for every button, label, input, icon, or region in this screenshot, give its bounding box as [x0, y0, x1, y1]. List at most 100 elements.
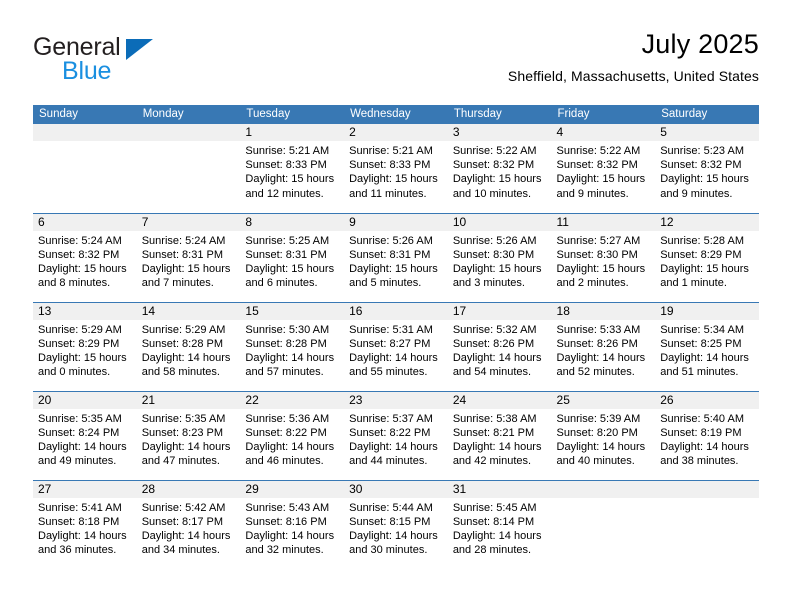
day-details: Sunrise: 5:21 AM Sunset: 8:33 PM Daylight:…	[344, 141, 448, 201]
calendar-day-cell[interactable]: 4 Sunrise: 5:22 AM Sunset: 8:32 PM Daylight…	[551, 124, 656, 213]
calendar-day-cell[interactable]: 13 Sunrise: 5:29 AM Sunset: 8:29 PM Dayligh…	[33, 301, 137, 391]
day-number: 29	[240, 480, 345, 498]
day-cell-inner: 29 Sunrise: 5:43 AM Sunset: 8:16 PM Dayligh…	[240, 480, 345, 570]
day-number: 17	[447, 302, 552, 320]
day-details: Sunrise: 5:32 AM Sunset: 8:26 PM Daylight:…	[448, 320, 552, 380]
sunrise-text: Sunrise: 5:27 AM	[556, 234, 641, 247]
daylight-text-line1: Daylight: 14 hours	[141, 351, 231, 364]
calendar-page: General Blue July 2025 Sheffield, Massac…	[0, 0, 792, 612]
sunset-text: Sunset: 8:19 PM	[660, 426, 742, 439]
sunrise-text: Sunrise: 5:37 AM	[349, 412, 433, 425]
calendar-day-cell[interactable]: 3 Sunrise: 5:22 AM Sunset: 8:32 PM Daylight…	[447, 124, 552, 213]
calendar-day-cell[interactable]: 12 Sunrise: 5:28 AM Sunset: 8:29 PM Dayligh…	[655, 212, 759, 302]
day-number: 18	[551, 302, 656, 320]
day-cell-inner: 8 Sunrise: 5:25 AM Sunset: 8:31 PM Daylight…	[240, 213, 345, 302]
sunset-text: Sunset: 8:31 PM	[141, 248, 224, 261]
calendar-day-cell-empty	[655, 479, 759, 569]
day-number	[655, 480, 759, 498]
daylight-text-line2: and 6 minutes.	[245, 277, 318, 290]
sunrise-text: Sunrise: 5:38 AM	[452, 412, 537, 425]
daylight-text-line2: and 42 minutes.	[452, 455, 532, 468]
sunrise-text: Sunrise: 5:45 AM	[452, 501, 537, 514]
calendar-day-cell[interactable]: 23 Sunrise: 5:37 AM Sunset: 8:22 PM Dayligh…	[344, 390, 448, 480]
calendar-day-cell[interactable]: 17 Sunrise: 5:32 AM Sunset: 8:26 PM Dayligh…	[447, 301, 552, 391]
calendar-day-cell[interactable]: 31 Sunrise: 5:45 AM Sunset: 8:14 PM Dayligh…	[447, 479, 552, 569]
daylight-text-line1: Daylight: 14 hours	[556, 351, 646, 364]
day-cell-inner: 23 Sunrise: 5:37 AM Sunset: 8:22 PM Dayligh…	[344, 391, 448, 480]
calendar-day-cell[interactable]: 14 Sunrise: 5:29 AM Sunset: 8:28 PM Dayligh…	[136, 301, 241, 391]
sunrise-text: Sunrise: 5:22 AM	[556, 145, 641, 157]
day-number: 30	[344, 480, 448, 498]
calendar-day-cell[interactable]: 7 Sunrise: 5:24 AM Sunset: 8:31 PM Daylight…	[136, 212, 241, 302]
calendar-day-cell[interactable]: 27 Sunrise: 5:41 AM Sunset: 8:18 PM Dayligh…	[33, 479, 137, 570]
calendar-day-cell[interactable]: 26 Sunrise: 5:40 AM Sunset: 8:19 PM Dayligh…	[655, 390, 759, 480]
title-block: July 2025 Sheffield, Massachusetts, Unit…	[508, 28, 759, 85]
sunset-text: Sunset: 8:31 PM	[349, 248, 431, 261]
day-details: Sunrise: 5:29 AM Sunset: 8:29 PM Daylight:…	[33, 320, 137, 380]
day-number: 27	[33, 480, 137, 498]
sunset-text: Sunset: 8:32 PM	[556, 159, 638, 172]
calendar-day-cell[interactable]: 11 Sunrise: 5:27 AM Sunset: 8:30 PM Dayligh…	[551, 212, 656, 302]
sunrise-text: Sunrise: 5:29 AM	[38, 323, 122, 336]
sunrise-text: Sunrise: 5:22 AM	[452, 145, 537, 157]
day-number: 13	[33, 302, 137, 320]
day-details: Sunrise: 5:33 AM Sunset: 8:26 PM Daylight:…	[552, 320, 656, 380]
calendar-day-cell[interactable]: 6 Sunrise: 5:24 AM Sunset: 8:32 PM Daylight…	[33, 212, 137, 302]
daylight-text-line1: Daylight: 14 hours	[452, 440, 542, 453]
sunrise-text: Sunrise: 5:21 AM	[349, 145, 433, 157]
daylight-text-line2: and 5 minutes.	[349, 277, 422, 290]
page-subtitle: Sheffield, Massachusetts, United States	[507, 68, 759, 84]
calendar-day-cell[interactable]: 24 Sunrise: 5:38 AM Sunset: 8:21 PM Dayligh…	[447, 390, 552, 480]
sunset-text: Sunset: 8:33 PM	[349, 159, 431, 172]
calendar-day-cell[interactable]: 1 Sunrise: 5:21 AM Sunset: 8:33 PM Daylight…	[240, 124, 345, 213]
day-cell-inner: 27 Sunrise: 5:41 AM Sunset: 8:18 PM Dayligh…	[33, 480, 137, 570]
calendar-day-cell[interactable]: 10 Sunrise: 5:26 AM Sunset: 8:30 PM Dayligh…	[447, 212, 552, 302]
calendar-body: 1 Sunrise: 5:21 AM Sunset: 8:33 PM Daylight…	[33, 124, 759, 569]
daylight-text-line2: and 51 minutes.	[660, 366, 739, 379]
day-cell-inner: 19 Sunrise: 5:34 AM Sunset: 8:25 PM Dayligh…	[655, 302, 759, 391]
calendar-day-cell[interactable]: 16 Sunrise: 5:31 AM Sunset: 8:27 PM Dayligh…	[344, 301, 448, 391]
daylight-text-line1: Daylight: 15 hours	[349, 262, 438, 275]
calendar-day-cell[interactable]: 18 Sunrise: 5:33 AM Sunset: 8:26 PM Dayligh…	[551, 301, 656, 391]
day-cell-inner: 14 Sunrise: 5:29 AM Sunset: 8:28 PM Dayligh…	[136, 302, 241, 391]
sunset-text: Sunset: 8:22 PM	[245, 426, 327, 439]
daylight-text-line1: Daylight: 14 hours	[660, 440, 749, 453]
calendar-day-cell[interactable]: 28 Sunrise: 5:42 AM Sunset: 8:17 PM Dayligh…	[136, 479, 241, 569]
day-number: 15	[240, 302, 345, 320]
calendar-week-row: 13 Sunrise: 5:29 AM Sunset: 8:29 PM Dayligh…	[33, 301, 759, 391]
calendar-day-cell[interactable]: 25 Sunrise: 5:39 AM Sunset: 8:20 PM Dayligh…	[551, 390, 656, 480]
day-cell-inner: 5 Sunrise: 5:23 AM Sunset: 8:32 PM Daylight…	[655, 124, 759, 213]
calendar-day-cell[interactable]: 22 Sunrise: 5:36 AM Sunset: 8:22 PM Dayligh…	[240, 390, 345, 480]
daylight-text-line1: Daylight: 14 hours	[452, 529, 542, 542]
day-number: 1	[240, 124, 345, 141]
sunset-text: Sunset: 8:32 PM	[38, 248, 120, 261]
calendar-day-cell[interactable]: 30 Sunrise: 5:44 AM Sunset: 8:15 PM Dayligh…	[344, 479, 448, 569]
sunset-text: Sunset: 8:28 PM	[245, 337, 327, 350]
daylight-text-line2: and 8 minutes.	[38, 277, 111, 290]
calendar-day-cell[interactable]: 5 Sunrise: 5:23 AM Sunset: 8:32 PM Daylight…	[655, 124, 759, 213]
daylight-text-line2: and 34 minutes.	[141, 544, 220, 557]
calendar-day-cell[interactable]: 9 Sunrise: 5:26 AM Sunset: 8:31 PM Daylight…	[344, 212, 448, 302]
sunrise-text: Sunrise: 5:24 AM	[141, 234, 226, 247]
sunrise-text: Sunrise: 5:40 AM	[660, 412, 744, 425]
daylight-text-line1: Daylight: 14 hours	[38, 440, 127, 453]
day-number	[33, 124, 137, 141]
calendar-day-cell[interactable]: 2 Sunrise: 5:21 AM Sunset: 8:33 PM Daylight…	[344, 124, 448, 213]
daylight-text-line2: and 2 minutes.	[556, 277, 629, 290]
daylight-text-line1: Daylight: 14 hours	[141, 529, 231, 542]
daylight-text-line2: and 54 minutes.	[452, 366, 532, 379]
day-details: Sunrise: 5:36 AM Sunset: 8:22 PM Daylight:…	[240, 409, 344, 469]
day-number: 11	[551, 213, 656, 231]
calendar-day-cell[interactable]: 29 Sunrise: 5:43 AM Sunset: 8:16 PM Dayligh…	[240, 479, 345, 570]
calendar-day-cell[interactable]: 15 Sunrise: 5:30 AM Sunset: 8:28 PM Dayligh…	[240, 301, 345, 391]
day-number: 12	[655, 213, 759, 231]
sunset-text: Sunset: 8:32 PM	[452, 159, 535, 172]
calendar-week-row: 1 Sunrise: 5:21 AM Sunset: 8:33 PM Daylight…	[33, 124, 759, 213]
calendar-day-cell[interactable]: 19 Sunrise: 5:34 AM Sunset: 8:25 PM Dayligh…	[655, 301, 759, 391]
day-details: Sunrise: 5:22 AM Sunset: 8:32 PM Daylight:…	[448, 141, 552, 201]
calendar-day-cell[interactable]: 21 Sunrise: 5:35 AM Sunset: 8:23 PM Dayligh…	[136, 390, 241, 480]
calendar-day-cell[interactable]: 8 Sunrise: 5:25 AM Sunset: 8:31 PM Daylight…	[240, 212, 345, 302]
daylight-text-line2: and 9 minutes.	[660, 187, 733, 200]
calendar-day-cell[interactable]: 20 Sunrise: 5:35 AM Sunset: 8:24 PM Dayligh…	[33, 390, 137, 480]
daylight-text-line2: and 11 minutes.	[349, 187, 427, 200]
